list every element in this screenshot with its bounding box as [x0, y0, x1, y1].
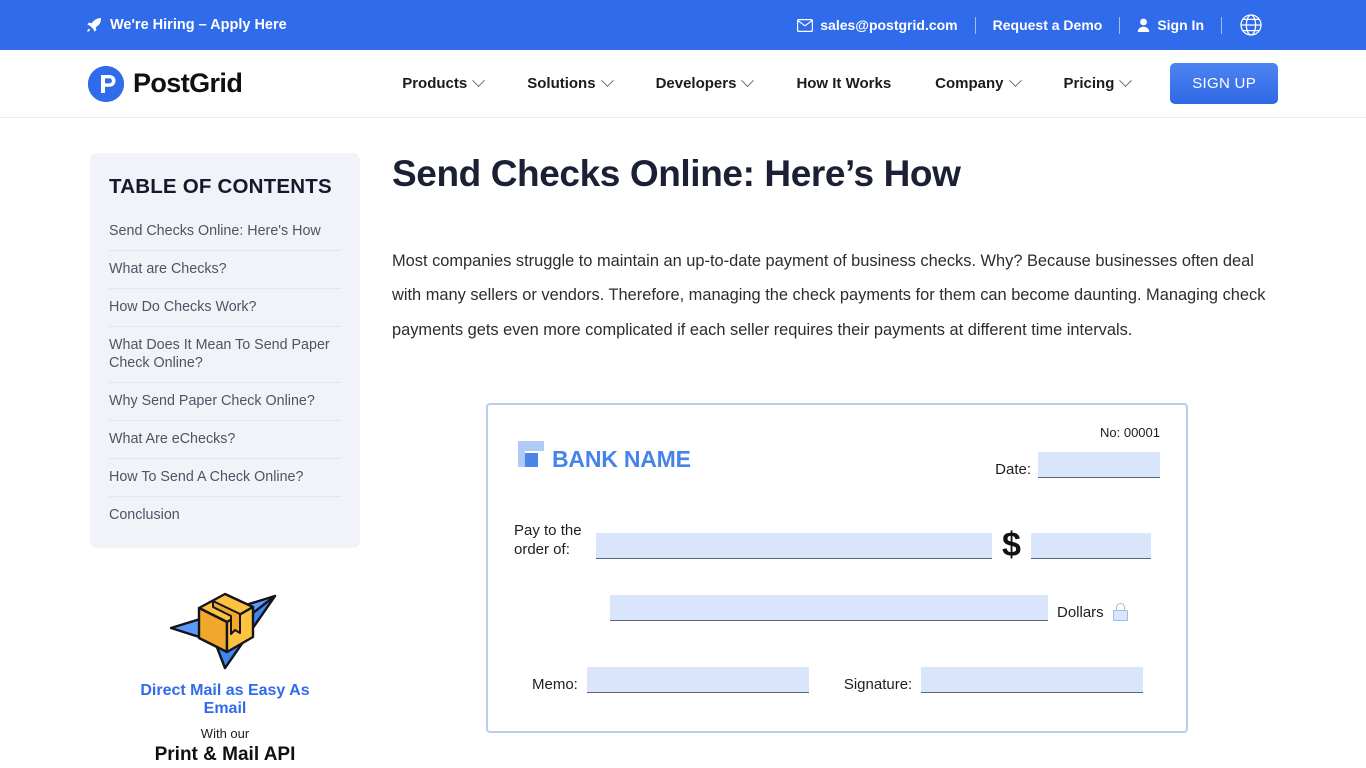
lock-icon [1112, 602, 1128, 621]
page-title: Send Checks Online: Here’s How [392, 153, 961, 194]
promo-headline: Direct Mail as Easy As Email [140, 681, 310, 717]
promo-banner[interactable]: Direct Mail as Easy As Email With our Pr… [90, 576, 360, 766]
chevron-down-icon [741, 74, 755, 88]
pay-to-label: Pay to the order of: [514, 522, 586, 559]
pay-to-label-line1: Pay to the [514, 522, 582, 540]
bank-identity: BANK NAME [514, 437, 691, 473]
article-content: Send Checks Online: Here’s How Most comp… [392, 153, 1282, 768]
date-row: Date: [995, 452, 1160, 479]
toc-item-0[interactable]: Send Checks Online: Here's How [109, 213, 341, 251]
article-paragraph: Most companies struggle to maintain an u… [392, 251, 1266, 340]
request-demo-label: Request a Demo [992, 17, 1103, 33]
envelope-icon [797, 18, 814, 32]
pay-to-label-line2: order of: [514, 540, 570, 558]
page-body: TABLE OF CONTENTS Send Checks Online: He… [0, 118, 1366, 768]
bank-name: BANK NAME [552, 446, 691, 473]
nav-item-label: Company [935, 75, 1004, 92]
toc-item-1[interactable]: What are Checks? [109, 251, 341, 289]
memo-label: Memo: [532, 675, 578, 693]
table-of-contents: TABLE OF CONTENTS Send Checks Online: He… [90, 153, 360, 548]
written-amount-row: Dollars [514, 594, 1160, 621]
chevron-down-icon [1119, 74, 1133, 88]
pay-to-order-row: Pay to the order of: $ [514, 522, 1160, 564]
nav-item-label: Solutions [527, 75, 596, 92]
memo-field[interactable] [586, 666, 809, 693]
sign-in-label: Sign In [1157, 17, 1204, 33]
nav-item-company[interactable]: Company [913, 74, 1041, 92]
toc-item-7[interactable]: Conclusion [109, 497, 341, 534]
chevron-down-icon [600, 74, 614, 88]
nav-items: Products Solutions Developers How It Wor… [380, 74, 1153, 92]
nav-item-how-it-works[interactable]: How It Works [774, 75, 913, 92]
topbar-right-group: sales@postgrid.com Request a Demo Sign I… [780, 13, 1346, 37]
chevron-down-icon [472, 74, 486, 88]
package-paper-plane-icon [120, 576, 330, 672]
toc-item-5[interactable]: What Are eChecks? [109, 421, 341, 460]
sign-in-link[interactable]: Sign In [1120, 17, 1221, 33]
request-demo-link[interactable]: Request a Demo [976, 17, 1120, 33]
postgrid-logo-link[interactable]: PostGrid [88, 65, 243, 102]
bank-logo-icon [514, 437, 550, 473]
check-illustration-wrapper: BANK NAME No: 00001 Date: Pay to the ord… [392, 403, 1282, 734]
email-link[interactable]: sales@postgrid.com [780, 17, 974, 33]
nav-item-products[interactable]: Products [380, 74, 505, 92]
date-field[interactable] [1038, 452, 1160, 479]
dollars-label: Dollars [1057, 603, 1104, 621]
promo-product: Print & Mail API [154, 743, 296, 765]
written-amount-field[interactable] [610, 594, 1048, 621]
nav-item-label: How It Works [796, 75, 892, 92]
nav-item-label: Pricing [1063, 75, 1115, 92]
chevron-down-icon [1008, 74, 1022, 88]
promo-subline: With our [200, 725, 250, 741]
signature-field[interactable] [921, 666, 1144, 693]
user-icon [1137, 18, 1150, 32]
main-navigation-bar: PostGrid Products Solutions Developers H… [0, 50, 1366, 118]
toc-item-4[interactable]: Why Send Paper Check Online? [109, 383, 341, 422]
check-number: No: 00001 [1100, 425, 1160, 441]
globe-icon [1239, 13, 1263, 37]
check-illustration: BANK NAME No: 00001 Date: Pay to the ord… [486, 403, 1188, 734]
email-label: sales@postgrid.com [820, 17, 958, 33]
hiring-label: We're Hiring – Apply Here [110, 17, 287, 33]
hiring-link[interactable]: We're Hiring – Apply Here [86, 17, 287, 33]
amount-field[interactable] [1030, 532, 1151, 559]
sign-up-button[interactable]: SIGN UP [1170, 63, 1278, 104]
sidebar: TABLE OF CONTENTS Send Checks Online: He… [90, 153, 360, 768]
signature-label: Signature: [843, 675, 913, 693]
nav-item-label: Developers [655, 75, 737, 92]
check-header-right: No: 00001 Date: [995, 425, 1160, 479]
nav-item-label: Products [402, 75, 468, 92]
language-selector[interactable] [1222, 13, 1280, 37]
postgrid-logo-text: PostGrid [133, 68, 243, 98]
currency-symbol: $ [1002, 525, 1021, 564]
payee-field[interactable] [596, 532, 992, 559]
toc-title: TABLE OF CONTENTS [109, 175, 332, 198]
check-header: BANK NAME No: 00001 Date: [514, 425, 1160, 479]
nav-item-solutions[interactable]: Solutions [505, 74, 633, 92]
nav-item-pricing[interactable]: Pricing [1042, 74, 1153, 92]
toc-item-2[interactable]: How Do Checks Work? [109, 289, 341, 327]
top-utility-bar: We're Hiring – Apply Here sales@postgrid… [0, 0, 1366, 50]
toc-item-3[interactable]: What Does It Mean To Send Paper Check On… [109, 327, 341, 384]
date-label: Date: [995, 461, 1031, 479]
toc-item-6[interactable]: How To Send A Check Online? [109, 459, 341, 497]
rocket-icon [86, 17, 102, 33]
postgrid-logo-icon [88, 65, 124, 102]
nav-item-developers[interactable]: Developers [634, 74, 775, 92]
memo-signature-row: Memo: Signature: [514, 666, 1160, 693]
